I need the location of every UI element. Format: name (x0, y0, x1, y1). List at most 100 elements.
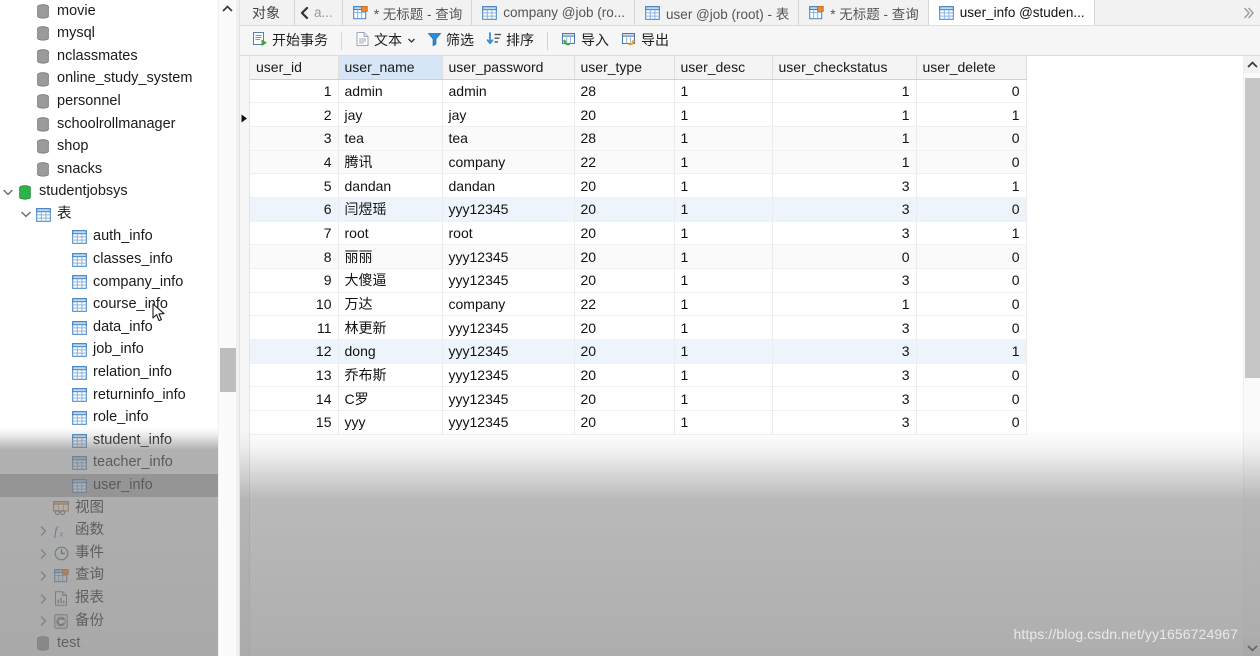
filter-button[interactable]: 筛选 (421, 29, 480, 53)
cell-user_id[interactable]: 9 (250, 268, 339, 293)
cell-user_password[interactable]: company (442, 150, 575, 175)
tree-item-[interactable]: 报表 (0, 587, 218, 610)
tree-item-data_info[interactable]: data_info (0, 316, 218, 339)
cell-user_name[interactable]: C罗 (338, 386, 443, 412)
sidebar-scroll-thumb[interactable] (220, 348, 236, 392)
cell-user_checkstatus[interactable]: 3 (772, 339, 917, 364)
table-body[interactable]: 1 admin admin 28 1 1 0 2 jay jay 20 1 1 1 3 tea tea 28 1 1 0… (250, 79, 1027, 435)
tree-item-[interactable]: 表 (0, 203, 218, 226)
column-header-user_password[interactable]: user_password (442, 56, 575, 80)
tree-item-schoolrollmanager[interactable]: schoolrollmanager (0, 113, 218, 136)
cell-user_id[interactable]: 2 (250, 102, 339, 127)
chevron-down-icon[interactable] (18, 211, 33, 218)
data-grid[interactable]: user_id user_name user_password user_type us… (240, 56, 1260, 656)
cell-user_delete[interactable]: 1 (916, 173, 1027, 198)
cell-user_desc[interactable]: 1 (674, 173, 773, 198)
tree-item-company_info[interactable]: company_info (0, 271, 218, 294)
tree-item-[interactable]: 视图 (0, 497, 218, 520)
cell-user_desc[interactable]: 1 (674, 79, 773, 104)
cell-user_name[interactable]: 乔布斯 (338, 363, 443, 388)
cell-user_desc[interactable]: 1 (674, 150, 773, 175)
cell-user_id[interactable]: 5 (250, 173, 339, 198)
tree-item-[interactable]: f x 函数 (0, 520, 218, 543)
cell-user_type[interactable]: 28 (574, 126, 675, 151)
cell-user_desc[interactable]: 1 (674, 386, 773, 412)
sidebar-scrollbar[interactable] (218, 0, 236, 656)
cell-user_desc[interactable]: 1 (674, 221, 773, 246)
cell-user_type[interactable]: 22 (574, 150, 675, 175)
cell-user_desc[interactable]: 1 (674, 292, 773, 317)
tree-item-shop[interactable]: shop (0, 136, 218, 159)
cell-user_desc[interactable]: 1 (674, 244, 773, 269)
tree-item-relation_info[interactable]: relation_info (0, 362, 218, 385)
grid-scroll-up-icon[interactable] (1244, 56, 1260, 73)
cell-user_checkstatus[interactable]: 3 (772, 386, 917, 412)
cell-user_password[interactable]: yyy12345 (442, 244, 575, 269)
cell-user_type[interactable]: 20 (574, 173, 675, 198)
tree-item-classes_info[interactable]: classes_info (0, 249, 218, 272)
cell-user_checkstatus[interactable]: 0 (772, 244, 917, 269)
cell-user_id[interactable]: 15 (250, 410, 339, 435)
cell-user_desc[interactable]: 1 (674, 102, 773, 127)
cell-user_delete[interactable]: 0 (916, 197, 1027, 222)
text-button[interactable]: 文本 (349, 29, 421, 53)
cell-user_name[interactable]: 大傻逼 (338, 268, 443, 293)
cell-user_type[interactable]: 20 (574, 339, 675, 364)
cell-user_desc[interactable]: 1 (674, 126, 773, 151)
chevron-right-icon[interactable] (36, 548, 51, 559)
tree-item-job_info[interactable]: job_info (0, 339, 218, 362)
cell-user_delete[interactable]: 0 (916, 79, 1027, 104)
tab-2[interactable]: company @job (ro... (471, 0, 635, 25)
cell-user_type[interactable]: 20 (574, 102, 675, 127)
cell-user_password[interactable]: yyy12345 (442, 268, 575, 293)
tree-item-returninfo_info[interactable]: returninfo_info (0, 384, 218, 407)
cell-user_checkstatus[interactable]: 3 (772, 315, 917, 341)
database-tree[interactable]: movie mysql nclassmates online_study_system… (0, 0, 218, 655)
cell-user_checkstatus[interactable]: 3 (772, 197, 917, 222)
cell-user_password[interactable]: yyy12345 (442, 363, 575, 388)
table-header-row[interactable]: user_id user_name user_password user_type us… (250, 56, 1027, 80)
tab-0[interactable]: a... (314, 0, 342, 25)
cell-user_id[interactable]: 8 (250, 244, 339, 269)
cell-user_name[interactable]: 丽丽 (338, 244, 443, 269)
cell-user_type[interactable]: 20 (574, 410, 675, 435)
cell-user_checkstatus[interactable]: 3 (772, 221, 917, 246)
table-row[interactable]: 7 root root 20 1 3 1 (250, 221, 1027, 246)
cell-user_desc[interactable]: 1 (674, 315, 773, 341)
tree-item-mysql[interactable]: mysql (0, 23, 218, 46)
table-row[interactable]: 2 jay jay 20 1 1 1 (250, 102, 1027, 127)
tree-item-[interactable]: 查询 (0, 565, 218, 588)
tree-item-nclassmates[interactable]: nclassmates (0, 45, 218, 68)
sidebar-scroll-up-icon[interactable] (219, 0, 236, 17)
cell-user_id[interactable]: 14 (250, 386, 339, 412)
cell-user_desc[interactable]: 1 (674, 268, 773, 293)
chevron-down-icon[interactable] (408, 36, 415, 45)
column-header-user_delete[interactable]: user_delete (916, 56, 1027, 80)
cell-user_delete[interactable]: 0 (916, 292, 1027, 317)
cell-user_type[interactable]: 20 (574, 268, 675, 293)
tree-item-[interactable]: 备份 (0, 610, 218, 633)
cell-user_type[interactable]: 22 (574, 292, 675, 317)
cell-user_name[interactable]: root (338, 221, 443, 246)
table-row[interactable]: 12 dong yyy12345 20 1 3 1 (250, 339, 1027, 364)
cell-user_password[interactable]: dandan (442, 173, 575, 198)
table-row[interactable]: 6 闫煜瑶 yyy12345 20 1 3 0 (250, 197, 1027, 222)
grid-scroll-thumb[interactable] (1245, 78, 1260, 378)
column-header-user_desc[interactable]: user_desc (674, 56, 773, 80)
cell-user_checkstatus[interactable]: 1 (772, 79, 917, 104)
tree-item-online_study_system[interactable]: online_study_system (0, 68, 218, 91)
tree-item-role_info[interactable]: role_info (0, 407, 218, 430)
cell-user_checkstatus[interactable]: 1 (772, 102, 917, 127)
cell-user_name[interactable]: yyy (338, 410, 443, 435)
tree-item-movie[interactable]: movie (0, 0, 218, 23)
tree-item-teacher_info[interactable]: teacher_info (0, 452, 218, 475)
column-header-user_type[interactable]: user_type (574, 56, 675, 80)
import-button[interactable]: 导入 (555, 29, 615, 53)
cell-user_password[interactable]: yyy12345 (442, 386, 575, 412)
cell-user_password[interactable]: admin (442, 79, 575, 104)
cell-user_password[interactable]: yyy12345 (442, 410, 575, 435)
tab-1[interactable]: * 无标题 - 查询 (341, 0, 472, 25)
table-row[interactable]: 10 万达 company 22 1 1 0 (250, 292, 1027, 317)
cell-user_name[interactable]: 林更新 (338, 315, 443, 341)
tab-bar[interactable]: 对象 a... * 无标题 - 查询 company @job (ro... user… (240, 0, 1260, 26)
